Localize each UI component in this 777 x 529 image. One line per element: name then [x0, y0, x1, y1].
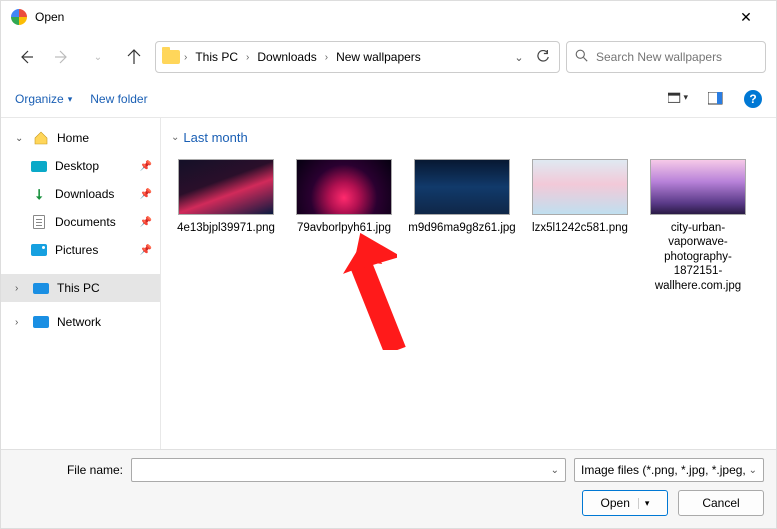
pc-icon — [33, 283, 49, 294]
forward-button[interactable] — [47, 42, 77, 72]
sidebar-item-home[interactable]: ⌄ Home — [1, 124, 160, 152]
sidebar-label-downloads: Downloads — [55, 187, 114, 201]
bottom-panel: File name: ⌄ Image files (*.png, *.jpg, … — [1, 449, 776, 528]
chevron-right-icon: › — [15, 283, 25, 294]
sidebar-item-this-pc[interactable]: › This PC — [1, 274, 160, 302]
filename-label: File name: — [13, 463, 123, 477]
chevron-right-icon: › — [246, 52, 249, 63]
file-list[interactable]: ⌄ Last month 4e13bjpl39971.png 79avborlp… — [161, 118, 776, 449]
chevron-down-icon: ⌄ — [551, 465, 559, 476]
titlebar: Open ✕ — [1, 1, 776, 33]
breadcrumb-this-pc[interactable]: This PC — [191, 48, 242, 66]
organize-menu[interactable]: Organize ▾ — [15, 92, 72, 106]
chevron-right-icon: › — [184, 52, 187, 63]
file-type-filter[interactable]: Image files (*.png, *.jpg, *.jpeg, ⌄ — [574, 458, 764, 482]
new-folder-button[interactable]: New folder — [90, 92, 147, 106]
file-item[interactable]: 4e13bjpl39971.png — [167, 155, 285, 297]
preview-icon — [708, 92, 724, 106]
group-header-last-month[interactable]: ⌄ Last month — [167, 128, 770, 155]
chevron-down-icon: ▾ — [638, 498, 650, 509]
file-name: m9d96ma9g8z61.jpg — [408, 221, 515, 235]
up-button[interactable] — [119, 42, 149, 72]
chevron-down-icon: ▾ — [683, 92, 688, 106]
download-icon: ⭣ — [31, 186, 47, 202]
chevron-right-icon: › — [15, 317, 25, 328]
pin-icon: 📌 — [140, 217, 152, 228]
view-icon — [668, 92, 681, 106]
pin-icon: 📌 — [140, 161, 152, 172]
home-icon — [33, 130, 49, 146]
search-box[interactable] — [566, 41, 766, 73]
open-button[interactable]: Open ▾ — [582, 490, 668, 516]
toolbar: Organize ▾ New folder ▾ ? — [1, 81, 776, 117]
file-item[interactable]: m9d96ma9g8z61.jpg — [403, 155, 521, 297]
sidebar-item-pictures[interactable]: Pictures 📌 — [1, 236, 160, 264]
breadcrumb-downloads[interactable]: Downloads — [253, 48, 320, 66]
thumbnail — [178, 159, 274, 215]
arrow-left-icon — [18, 49, 34, 65]
nav-row: ⌄ › This PC › Downloads › New wallpapers… — [1, 33, 776, 81]
chevron-right-icon: › — [325, 52, 328, 63]
file-name: city-urban-vaporwave-photography-1872151… — [643, 221, 753, 293]
app-icon — [11, 9, 27, 25]
pictures-icon — [31, 244, 47, 256]
file-name: 4e13bjpl39971.png — [177, 221, 275, 235]
desktop-icon — [31, 161, 47, 172]
arrow-up-icon — [126, 49, 142, 65]
sidebar-item-network[interactable]: › Network — [1, 308, 160, 336]
sidebar-label-network: Network — [57, 315, 101, 329]
file-item[interactable]: lzx5l1242c581.png — [521, 155, 639, 297]
recent-dropdown[interactable]: ⌄ — [83, 42, 113, 72]
file-name: lzx5l1242c581.png — [532, 221, 628, 235]
address-bar[interactable]: › This PC › Downloads › New wallpapers ⌄ — [155, 41, 560, 73]
cancel-label: Cancel — [702, 496, 739, 510]
open-label: Open — [601, 496, 630, 510]
sidebar-label-pictures: Pictures — [55, 243, 98, 257]
sidebar-label-desktop: Desktop — [55, 159, 99, 173]
file-name: 79avborlpyh61.jpg — [297, 221, 391, 235]
sidebar-label-this-pc: This PC — [57, 281, 100, 295]
folder-icon — [162, 50, 180, 64]
group-label: Last month — [183, 130, 247, 145]
search-icon — [575, 49, 588, 65]
view-options[interactable]: ▾ — [668, 92, 688, 106]
file-item[interactable]: 79avborlpyh61.jpg — [285, 155, 403, 297]
sidebar: ⌄ Home Desktop 📌 ⭣ Downloads 📌 Documents… — [1, 118, 161, 449]
refresh-icon — [536, 50, 550, 64]
pin-icon: 📌 — [140, 245, 152, 256]
breadcrumb-new-wallpapers[interactable]: New wallpapers — [332, 48, 425, 66]
filename-combo[interactable]: ⌄ — [131, 458, 566, 482]
thumbnail — [296, 159, 392, 215]
thumbnail — [650, 159, 746, 215]
chevron-down-icon: ⌄ — [15, 133, 25, 144]
back-button[interactable] — [11, 42, 41, 72]
chevron-down-icon: ⌄ — [749, 465, 757, 476]
sidebar-item-documents[interactable]: Documents 📌 — [1, 208, 160, 236]
new-folder-label: New folder — [90, 92, 147, 106]
network-icon — [33, 316, 49, 328]
sidebar-label-documents: Documents — [55, 215, 116, 229]
main-area: ⌄ Home Desktop 📌 ⭣ Downloads 📌 Documents… — [1, 117, 776, 449]
sidebar-label-home: Home — [57, 131, 89, 145]
address-dropdown[interactable]: ⌄ — [509, 51, 529, 64]
chevron-down-icon: ⌄ — [171, 132, 179, 143]
close-button[interactable]: ✕ — [726, 1, 766, 33]
filter-value: Image files (*.png, *.jpg, *.jpeg, — [581, 463, 749, 477]
window-title: Open — [35, 10, 64, 24]
help-button[interactable]: ? — [744, 90, 762, 108]
sidebar-item-desktop[interactable]: Desktop 📌 — [1, 152, 160, 180]
organize-label: Organize — [15, 92, 64, 106]
chevron-down-icon: ▾ — [68, 94, 73, 105]
sidebar-item-downloads[interactable]: ⭣ Downloads 📌 — [1, 180, 160, 208]
arrow-right-icon — [54, 49, 70, 65]
pin-icon: 📌 — [140, 189, 152, 200]
thumbnail — [414, 159, 510, 215]
refresh-button[interactable] — [533, 50, 553, 64]
search-input[interactable] — [596, 50, 757, 64]
file-item[interactable]: city-urban-vaporwave-photography-1872151… — [639, 155, 757, 297]
preview-pane-toggle[interactable] — [706, 92, 726, 106]
cancel-button[interactable]: Cancel — [678, 490, 764, 516]
document-icon — [33, 215, 45, 229]
thumbnail — [532, 159, 628, 215]
